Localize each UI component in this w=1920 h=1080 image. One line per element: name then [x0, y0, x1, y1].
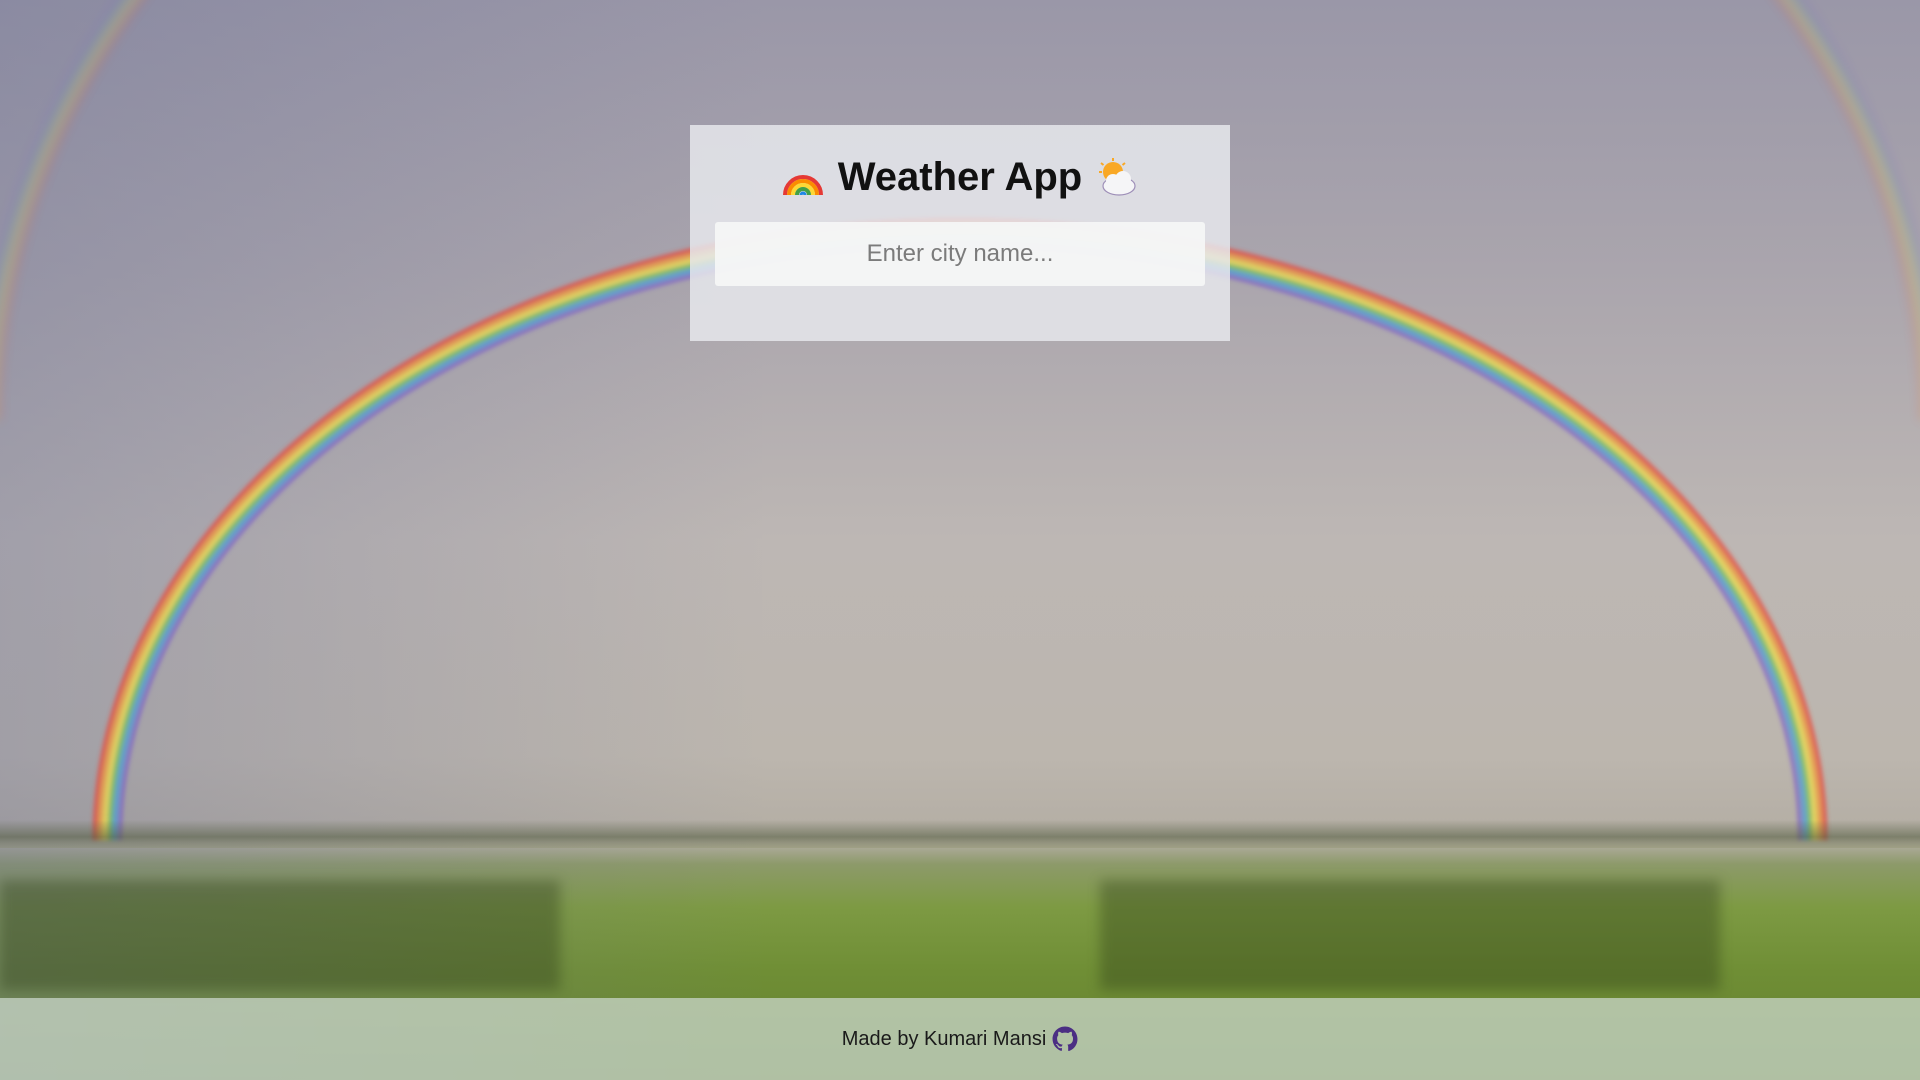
weather-card: Weather App [690, 125, 1230, 341]
app-title: Weather App [837, 155, 1083, 199]
field-shadow [1100, 880, 1720, 990]
city-search-input[interactable] [715, 222, 1205, 286]
sun-behind-cloud-icon [1099, 157, 1136, 196]
footer: Made by Kumari Mansi [0, 998, 1920, 1080]
rainbow-icon [782, 174, 823, 195]
footer-credit: Made by Kumari Mansi [841, 1027, 1047, 1050]
field-shadow [0, 880, 560, 990]
tree-line [0, 820, 1920, 848]
title-row: Weather App [782, 155, 1138, 200]
github-icon[interactable] [1052, 1026, 1078, 1052]
